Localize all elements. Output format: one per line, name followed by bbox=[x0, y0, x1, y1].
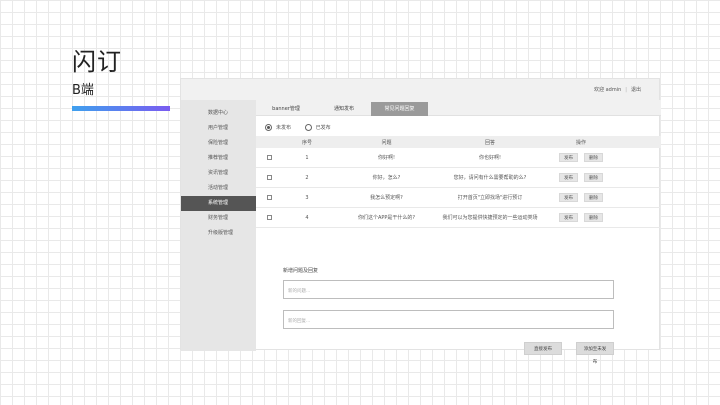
tab-faq[interactable]: 常见问题回复 bbox=[371, 102, 428, 116]
sidebar-item-activity[interactable]: 活动管理 bbox=[181, 181, 256, 196]
row-answer: 您好，请问有什么需要帮助的么? bbox=[453, 175, 527, 181]
radio-checked-icon bbox=[265, 124, 272, 131]
col-header-answer: 回答 bbox=[484, 139, 495, 146]
slide-title: 闪订 bbox=[72, 48, 122, 76]
sidebar-item-recommend[interactable]: 推荐管理 bbox=[181, 151, 256, 166]
table-row: 2 你好，怎么? 您好，请问有什么需要帮助的么? 发布 删除 bbox=[256, 168, 661, 188]
radio-unchecked-icon bbox=[304, 124, 312, 131]
tab-bar: banner管理 通知发布 常见问题回复 bbox=[256, 100, 661, 116]
user-area: 欢迎 admin | 退出 bbox=[594, 86, 641, 93]
row-answer: 我们可以为您提供快捷预定的一些运动类场 bbox=[442, 215, 538, 221]
publish-button[interactable]: 发布 bbox=[559, 153, 578, 162]
delete-button[interactable]: 删除 bbox=[584, 213, 603, 222]
sidebar-item-news[interactable]: 资讯管理 bbox=[181, 166, 256, 181]
radio-published-label: 已发布 bbox=[315, 125, 331, 131]
radio-published[interactable]: 已发布 bbox=[304, 124, 331, 131]
row-checkbox[interactable] bbox=[266, 195, 272, 200]
table-row: 3 我怎么预定啊? 打开首页"立即找场"进行预订 发布 删除 bbox=[256, 188, 661, 208]
tab-banner[interactable]: banner管理 bbox=[266, 102, 306, 116]
table-row: 4 你们这个APP是干什么的? 我们可以为您提供快捷预定的一些运动类场 发布 删除 bbox=[256, 208, 661, 228]
publish-button[interactable]: 发布 bbox=[559, 193, 578, 202]
logout-link[interactable]: 退出 bbox=[631, 87, 641, 93]
question-input[interactable]: 新的问题... bbox=[283, 280, 614, 299]
col-header-actions: 操作 bbox=[575, 139, 586, 146]
divider: | bbox=[625, 87, 627, 93]
answer-input[interactable]: 新的回复... bbox=[283, 310, 614, 329]
publish-button[interactable]: 发布 bbox=[559, 213, 578, 222]
delete-button[interactable]: 删除 bbox=[584, 193, 603, 202]
faq-table: 序号 问题 回答 操作 1 你好啊! 你也好啊! 发布 删除 2 你好，怎么? 您… bbox=[256, 136, 661, 228]
sidebar: 数据中心 用户管理 保险管理 推荐管理 资讯管理 活动管理 系统管理 财务管理 … bbox=[181, 100, 256, 351]
radio-unpublished-label: 未发布 bbox=[276, 125, 292, 131]
add-form-title: 新增问题及回复 bbox=[283, 268, 319, 274]
row-number: 3 bbox=[305, 194, 309, 201]
row-question: 你们这个APP是干什么的? bbox=[357, 215, 416, 221]
sidebar-item-users[interactable]: 用户管理 bbox=[181, 121, 256, 136]
row-question: 你好，怎么? bbox=[372, 175, 401, 181]
sidebar-item-data-center[interactable]: 数据中心 bbox=[181, 106, 256, 121]
delete-button[interactable]: 删除 bbox=[584, 173, 603, 182]
sidebar-item-finance[interactable]: 财务管理 bbox=[181, 211, 256, 226]
accent-bar bbox=[72, 106, 170, 111]
sidebar-item-upgrade[interactable]: 升级版管理 bbox=[181, 226, 256, 241]
row-question: 我怎么预定啊? bbox=[370, 195, 403, 201]
sidebar-item-insurance[interactable]: 保险管理 bbox=[181, 136, 256, 151]
row-checkbox[interactable] bbox=[266, 215, 272, 220]
col-header-num: 序号 bbox=[301, 139, 312, 146]
add-to-unpublished-button[interactable]: 添加至未发布 bbox=[576, 342, 614, 365]
table-row: 1 你好啊! 你也好啊! 发布 删除 bbox=[256, 148, 661, 168]
welcome-text: 欢迎 admin bbox=[594, 87, 622, 93]
row-question: 你好啊! bbox=[377, 155, 395, 161]
table-header: 序号 问题 回答 操作 bbox=[256, 136, 661, 148]
top-bar: 欢迎 admin | 退出 bbox=[181, 79, 659, 100]
row-checkbox[interactable] bbox=[266, 175, 272, 180]
delete-button[interactable]: 删除 bbox=[584, 153, 603, 162]
tab-notice[interactable]: 通知发布 bbox=[324, 102, 364, 116]
row-number: 4 bbox=[305, 214, 309, 221]
admin-app-window: 欢迎 admin | 退出 数据中心 用户管理 保险管理 推荐管理 资讯管理 活动管… bbox=[180, 78, 661, 365]
publish-button[interactable]: 发布 bbox=[559, 173, 578, 182]
slide-subtitle: B端 bbox=[72, 83, 94, 98]
row-answer: 你也好啊! bbox=[478, 155, 501, 161]
radio-unpublished[interactable]: 未发布 bbox=[265, 124, 291, 131]
col-header-question: 问题 bbox=[381, 139, 392, 146]
row-number: 1 bbox=[305, 154, 309, 161]
row-checkbox[interactable] bbox=[266, 155, 272, 160]
main-content: banner管理 通知发布 常见问题回复 未发布 已发布 序号 问题 回答 操作… bbox=[256, 100, 661, 365]
row-answer: 打开首页"立即找场"进行预订 bbox=[457, 195, 523, 201]
sidebar-item-system[interactable]: 系统管理 bbox=[181, 196, 256, 211]
row-number: 2 bbox=[305, 174, 309, 181]
publish-filter: 未发布 已发布 bbox=[265, 124, 343, 133]
direct-publish-button[interactable]: 直接发布 bbox=[524, 342, 562, 355]
